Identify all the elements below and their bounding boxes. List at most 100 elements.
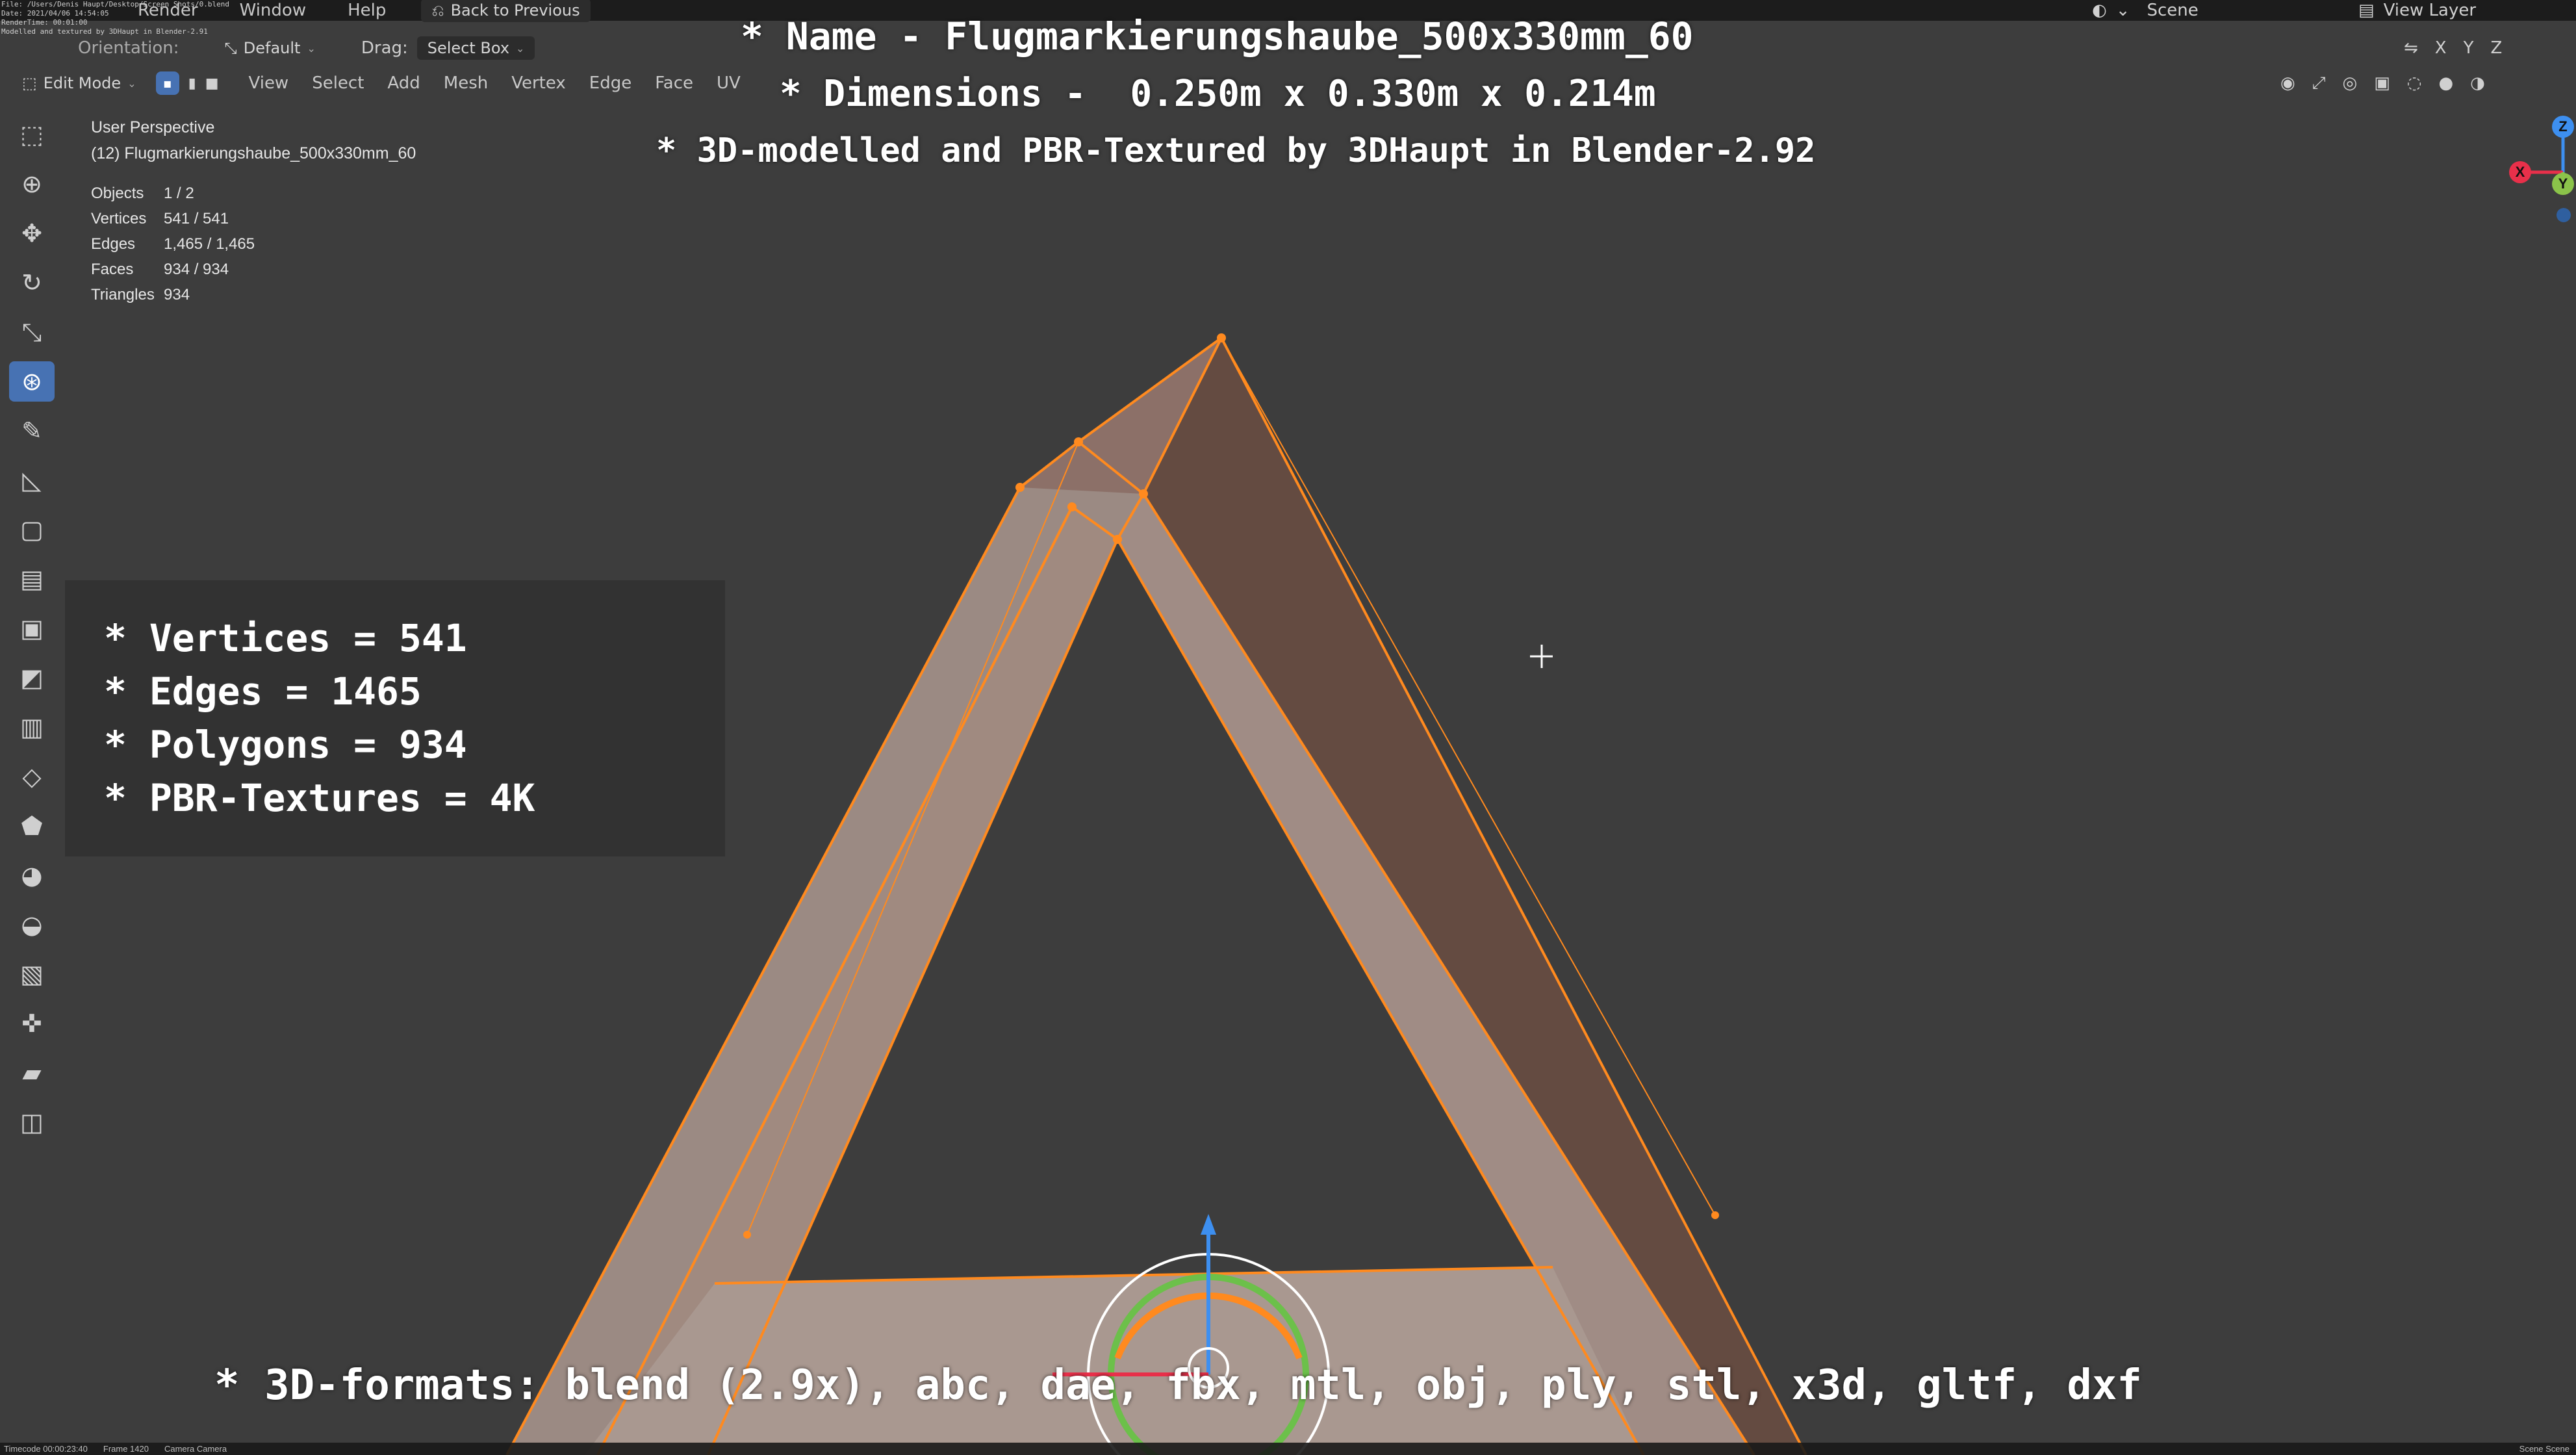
- vertex-select-icon[interactable]: ▪: [155, 71, 179, 95]
- gizmo-neg-z-axis[interactable]: [2557, 208, 2571, 222]
- stat-row: Triangles 934: [91, 282, 255, 307]
- back-to-previous-button[interactable]: ⎌ Back to Previous: [421, 0, 591, 22]
- 3d-viewport[interactable]: File: /Users/Denis Haupt/Desktop/Screen …: [0, 0, 2576, 1455]
- spin-icon[interactable]: ◕: [9, 855, 55, 895]
- transform-icon[interactable]: ⊛: [9, 361, 55, 402]
- menu-vertex[interactable]: Vertex: [511, 73, 566, 93]
- frame-label: Frame 1420: [103, 1444, 149, 1454]
- xray-icon[interactable]: ▣: [2374, 73, 2390, 93]
- axis-z-button[interactable]: Z: [2491, 38, 2503, 58]
- menu-view[interactable]: View: [249, 73, 289, 93]
- mode-value: Edit Mode: [43, 74, 121, 92]
- rotate-icon[interactable]: ↻: [9, 263, 55, 303]
- face-select-icon[interactable]: ■: [205, 75, 219, 92]
- axis-x-button[interactable]: X: [2435, 38, 2447, 58]
- drag-dropdown[interactable]: Select Box ⌄: [416, 36, 535, 60]
- material-shading-icon[interactable]: ◑: [2470, 73, 2485, 93]
- scene-label: Scene: [2147, 1, 2199, 20]
- caption-dimensions: * Dimensions - 0.250m x 0.330m x 0.214m: [780, 73, 1656, 115]
- gizmo-icon[interactable]: ⤢: [2312, 73, 2326, 94]
- scene-status-label: Scene Scene: [2519, 1444, 2570, 1454]
- stat-value: 934: [164, 286, 190, 303]
- menu-add[interactable]: Add: [387, 73, 420, 93]
- chevron-down-icon: ⌄: [516, 42, 525, 55]
- camera-label: Camera Camera: [164, 1444, 227, 1454]
- chevron-down-icon: ⌄: [2115, 1, 2130, 20]
- cursor-icon[interactable]: ⊕: [9, 164, 55, 204]
- stat-row: Edges 1,465 / 1,465: [91, 231, 255, 257]
- menu-face[interactable]: Face: [655, 73, 693, 93]
- bevel-icon[interactable]: ◩: [9, 658, 55, 698]
- menu-uv[interactable]: UV: [717, 73, 741, 93]
- caption-credits: * 3D-modelled and PBR-Textured by 3DHaup…: [656, 131, 1816, 170]
- extrude-icon[interactable]: ▤: [9, 559, 55, 599]
- rip-icon[interactable]: ◫: [9, 1102, 55, 1142]
- scale-icon[interactable]: ⤡: [9, 312, 55, 352]
- object-label: (12) Flugmarkierungshaube_500x330mm_60: [91, 144, 416, 162]
- view-layer-label: View Layer: [2383, 1, 2477, 20]
- view-layer-selector[interactable]: ▤ View Layer: [2358, 0, 2476, 31]
- chevron-down-icon: ⌄: [127, 77, 136, 90]
- menu-edge[interactable]: Edge: [589, 73, 631, 93]
- menu-mesh[interactable]: Mesh: [444, 73, 488, 93]
- overlay-edges: * Edges = 1465: [104, 669, 422, 714]
- axis-y-button[interactable]: Y: [2464, 38, 2474, 58]
- add-cube-icon[interactable]: ▢: [9, 509, 55, 550]
- mesh-statistics: Objects 1 / 2 Vertices 541 / 541 Edges 1,46…: [91, 181, 255, 307]
- menu-help[interactable]: Help: [348, 1, 386, 20]
- menu-select[interactable]: Select: [312, 73, 364, 93]
- annotate-icon[interactable]: ✎: [9, 411, 55, 451]
- gizmo-z-axis[interactable]: Z: [2552, 116, 2574, 138]
- edge-slide-icon[interactable]: ▧: [9, 954, 55, 994]
- 3d-cursor-icon: [1530, 645, 1553, 668]
- orientation-label: Orientation:: [78, 38, 179, 58]
- knife-icon[interactable]: ◇: [9, 756, 55, 797]
- shear-icon[interactable]: ▰: [9, 1053, 55, 1093]
- inset-icon[interactable]: ▣: [9, 608, 55, 649]
- viewport-info: User Perspective (12) Flugmarkierungshau…: [91, 114, 416, 166]
- shrink-fatten-icon[interactable]: ✜: [9, 1003, 55, 1044]
- stat-value: 1,465 / 1,465: [164, 235, 255, 253]
- stat-row: Faces 934 / 934: [91, 257, 255, 282]
- viewport-header: ⬚ Edit Mode ⌄ ▪ ▮ ■ View Select Add Mesh…: [12, 62, 741, 104]
- model-stats-overlay: * Vertices = 541 * Edges = 1465 * Polygo…: [65, 580, 725, 856]
- view-layer-icon: ▤: [2358, 1, 2375, 20]
- status-bar: Timecode 00:00:23:40 Frame 1420 Camera C…: [0, 1443, 2576, 1455]
- edit-mode-icon: ⬚: [22, 74, 37, 92]
- select-box-icon[interactable]: ⬚: [9, 114, 55, 155]
- mirror-icon[interactable]: ⇋: [2404, 38, 2418, 58]
- solid-shading-icon[interactable]: ●: [2438, 73, 2453, 93]
- top-menus: Render Window Help ⎌ Back to Previous: [130, 0, 591, 31]
- visibility-icon[interactable]: ◉: [2280, 73, 2295, 93]
- stat-row: Vertices 541 / 541: [91, 206, 255, 231]
- drag-label: Drag:: [361, 38, 408, 58]
- menu-render[interactable]: Render: [138, 1, 198, 20]
- orientation-dropdown[interactable]: ⤡ Default ⌄: [214, 36, 326, 60]
- scene-icon: ◐: [2092, 1, 2107, 20]
- gizmo-y-axis[interactable]: Y: [2552, 173, 2574, 195]
- drag-value: Select Box: [427, 39, 510, 57]
- measure-icon[interactable]: ◺: [9, 460, 55, 500]
- stat-label: Triangles: [91, 286, 155, 303]
- orientation-value: Default: [243, 39, 301, 57]
- smooth-icon[interactable]: ◒: [9, 905, 55, 945]
- perspective-label: User Perspective: [91, 118, 215, 136]
- stat-value: 934 / 934: [164, 261, 229, 278]
- left-toolbar: ⬚ ⊕ ✥ ↻ ⤡ ⊛ ✎ ◺ ▢ ▤ ▣ ◩ ▥ ◇ ⬟ ◕ ◒ ▧ ✜ ▰ …: [9, 114, 60, 1142]
- stat-label: Faces: [91, 261, 134, 278]
- stat-row: Objects 1 / 2: [91, 181, 255, 206]
- gizmo-x-axis[interactable]: X: [2509, 161, 2531, 183]
- scene-selector[interactable]: ◐ ⌄ Scene: [2092, 0, 2199, 31]
- menu-window[interactable]: Window: [240, 1, 307, 20]
- mode-dropdown[interactable]: ⬚ Edit Mode ⌄: [12, 71, 147, 95]
- loop-cut-icon[interactable]: ▥: [9, 707, 55, 747]
- overlays-icon[interactable]: ◎: [2343, 73, 2358, 93]
- wireframe-shading-icon[interactable]: ◌: [2407, 73, 2422, 93]
- move-icon[interactable]: ✥: [9, 213, 55, 253]
- viewport-shading-controls: ◉ ⤢ ◎ ▣ ◌ ● ◑: [2280, 62, 2485, 104]
- overlay-polygons: * Polygons = 934: [104, 723, 467, 767]
- caption-name: * Name - Flugmarkierungshaube_500x330mm_…: [741, 14, 1694, 58]
- orientation-icon: ⤡: [224, 39, 237, 57]
- edge-select-icon[interactable]: ▮: [188, 75, 196, 92]
- poly-build-icon[interactable]: ⬟: [9, 806, 55, 846]
